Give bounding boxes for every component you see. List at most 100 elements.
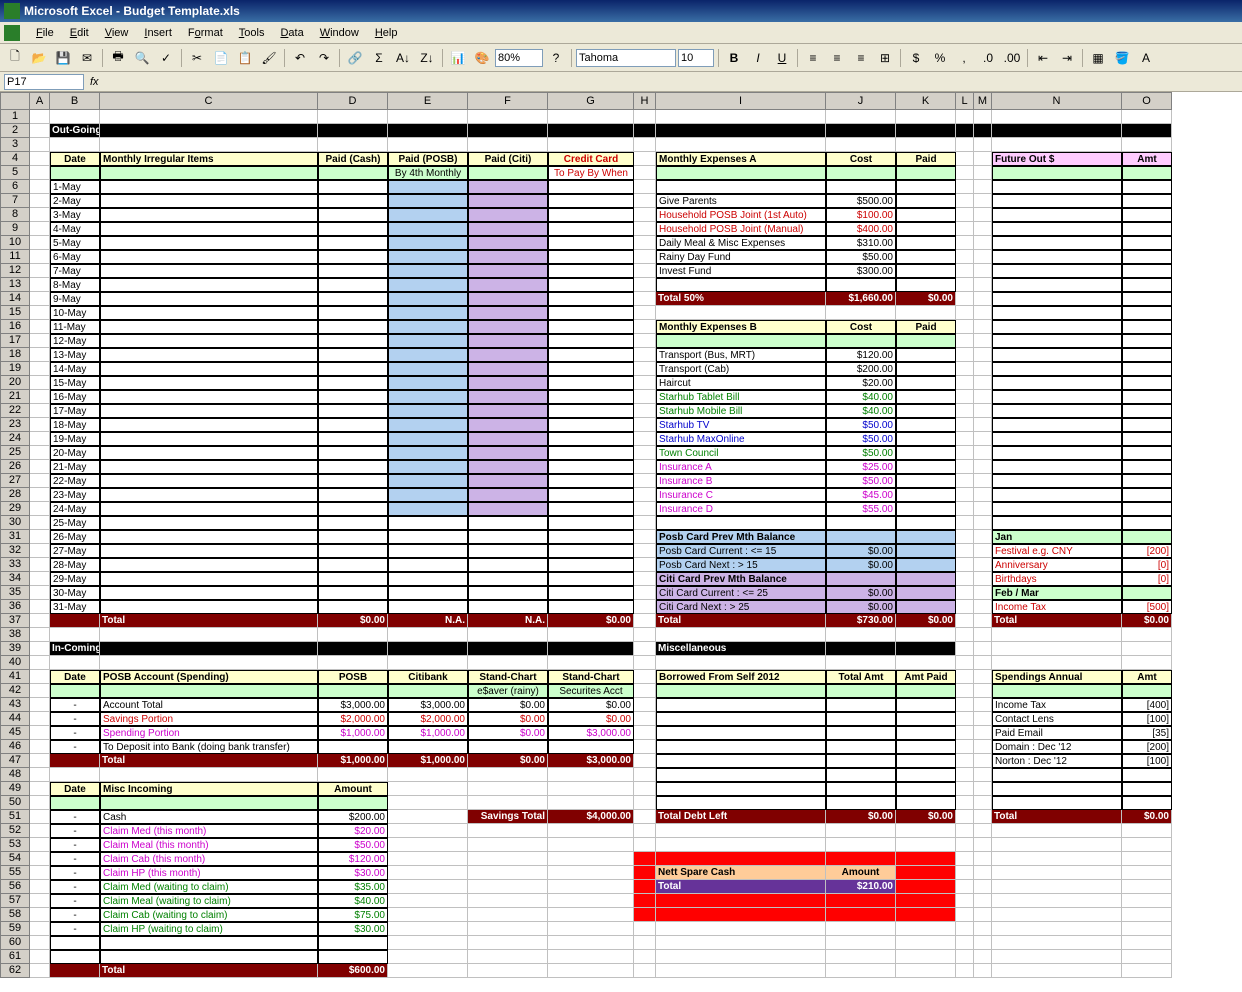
cell-O37[interactable]: $0.00 (1122, 614, 1172, 628)
cell-O31[interactable] (1122, 530, 1172, 544)
cell-J33[interactable]: $0.00 (826, 558, 896, 572)
cell-A61[interactable] (30, 950, 50, 964)
cell-C10[interactable] (100, 236, 318, 250)
cell-G50[interactable] (548, 796, 634, 810)
cell-N61[interactable] (992, 950, 1122, 964)
cell-K56[interactable] (896, 880, 956, 894)
cell-B36[interactable]: 31-May (50, 600, 100, 614)
cell-C48[interactable] (100, 768, 318, 782)
cell-D43[interactable]: $3,000.00 (318, 698, 388, 712)
cell-O5[interactable] (1122, 166, 1172, 180)
cell-B14[interactable]: 9-May (50, 292, 100, 306)
cell-H47[interactable] (634, 754, 656, 768)
cell-K34[interactable] (896, 572, 956, 586)
cell-I45[interactable] (656, 726, 826, 740)
cell-L13[interactable] (956, 278, 974, 292)
spell-icon[interactable]: ✓ (155, 47, 177, 69)
cell-N50[interactable] (992, 796, 1122, 810)
cell-L4[interactable] (956, 152, 974, 166)
cell-O48[interactable] (1122, 768, 1172, 782)
cell-E2[interactable] (388, 124, 468, 138)
cell-F33[interactable] (468, 558, 548, 572)
cell-G42[interactable]: Securites Acct (548, 684, 634, 698)
cell-A40[interactable] (30, 656, 50, 670)
cell-G29[interactable] (548, 502, 634, 516)
cell-M17[interactable] (974, 334, 992, 348)
cell-C20[interactable] (100, 376, 318, 390)
cell-O28[interactable] (1122, 488, 1172, 502)
cell-L3[interactable] (956, 138, 974, 152)
cell-C33[interactable] (100, 558, 318, 572)
cell-D39[interactable] (318, 642, 388, 656)
cell-K32[interactable] (896, 544, 956, 558)
cell-D37[interactable]: $0.00 (318, 614, 388, 628)
cell-G7[interactable] (548, 194, 634, 208)
cell-H29[interactable] (634, 502, 656, 516)
cell-N49[interactable] (992, 782, 1122, 796)
cell-E56[interactable] (388, 880, 468, 894)
cell-B31[interactable]: 26-May (50, 530, 100, 544)
cell-N62[interactable] (992, 964, 1122, 978)
cell-D58[interactable]: $75.00 (318, 908, 388, 922)
cell-C26[interactable] (100, 460, 318, 474)
cell-D61[interactable] (318, 950, 388, 964)
cell-F27[interactable] (468, 474, 548, 488)
cell-A28[interactable] (30, 488, 50, 502)
cell-J8[interactable]: $100.00 (826, 208, 896, 222)
cell-J32[interactable]: $0.00 (826, 544, 896, 558)
cell-N47[interactable]: Norton : Dec '12 (992, 754, 1122, 768)
cell-D29[interactable] (318, 502, 388, 516)
cell-J61[interactable] (826, 950, 896, 964)
cell-I59[interactable] (656, 922, 826, 936)
cell-I58[interactable] (656, 908, 826, 922)
font-select[interactable] (576, 49, 676, 67)
cell-N57[interactable] (992, 894, 1122, 908)
cell-B19[interactable]: 14-May (50, 362, 100, 376)
cell-E51[interactable] (388, 810, 468, 824)
cell-A29[interactable] (30, 502, 50, 516)
cell-G25[interactable] (548, 446, 634, 460)
cell-M46[interactable] (974, 740, 992, 754)
cell-F41[interactable]: Stand-Chart (468, 670, 548, 684)
cell-O23[interactable] (1122, 418, 1172, 432)
cell-D48[interactable] (318, 768, 388, 782)
cell-F55[interactable] (468, 866, 548, 880)
cell-H27[interactable] (634, 474, 656, 488)
cell-O54[interactable] (1122, 852, 1172, 866)
menu-format[interactable]: Format (180, 25, 231, 41)
cell-E47[interactable]: $1,000.00 (388, 754, 468, 768)
cell-G54[interactable] (548, 852, 634, 866)
size-select[interactable] (678, 49, 714, 67)
cell-E49[interactable] (388, 782, 468, 796)
cell-H3[interactable] (634, 138, 656, 152)
cell-M55[interactable] (974, 866, 992, 880)
cell-M5[interactable] (974, 166, 992, 180)
cell-M48[interactable] (974, 768, 992, 782)
cell-M15[interactable] (974, 306, 992, 320)
cell-M50[interactable] (974, 796, 992, 810)
cell-K20[interactable] (896, 376, 956, 390)
cell-O24[interactable] (1122, 432, 1172, 446)
cell-C59[interactable]: Claim HP (waiting to claim) (100, 922, 318, 936)
cell-I6[interactable] (656, 180, 826, 194)
cell-D20[interactable] (318, 376, 388, 390)
cell-J14[interactable]: $1,660.00 (826, 292, 896, 306)
cell-N55[interactable] (992, 866, 1122, 880)
cell-E1[interactable] (388, 110, 468, 124)
cell-K52[interactable] (896, 824, 956, 838)
cell-J40[interactable] (826, 656, 896, 670)
cell-O26[interactable] (1122, 460, 1172, 474)
redo-icon[interactable]: ↷ (313, 47, 335, 69)
cell-B3[interactable] (50, 138, 100, 152)
cell-O33[interactable]: [0] (1122, 558, 1172, 572)
cell-G1[interactable] (548, 110, 634, 124)
cell-C3[interactable] (100, 138, 318, 152)
cell-L55[interactable] (956, 866, 974, 880)
cell-L47[interactable] (956, 754, 974, 768)
cell-B54[interactable]: - (50, 852, 100, 866)
cell-G20[interactable] (548, 376, 634, 390)
sort-asc-icon[interactable]: A↓ (392, 47, 414, 69)
cell-J38[interactable] (826, 628, 896, 642)
cell-O2[interactable] (1122, 124, 1172, 138)
cell-C42[interactable] (100, 684, 318, 698)
